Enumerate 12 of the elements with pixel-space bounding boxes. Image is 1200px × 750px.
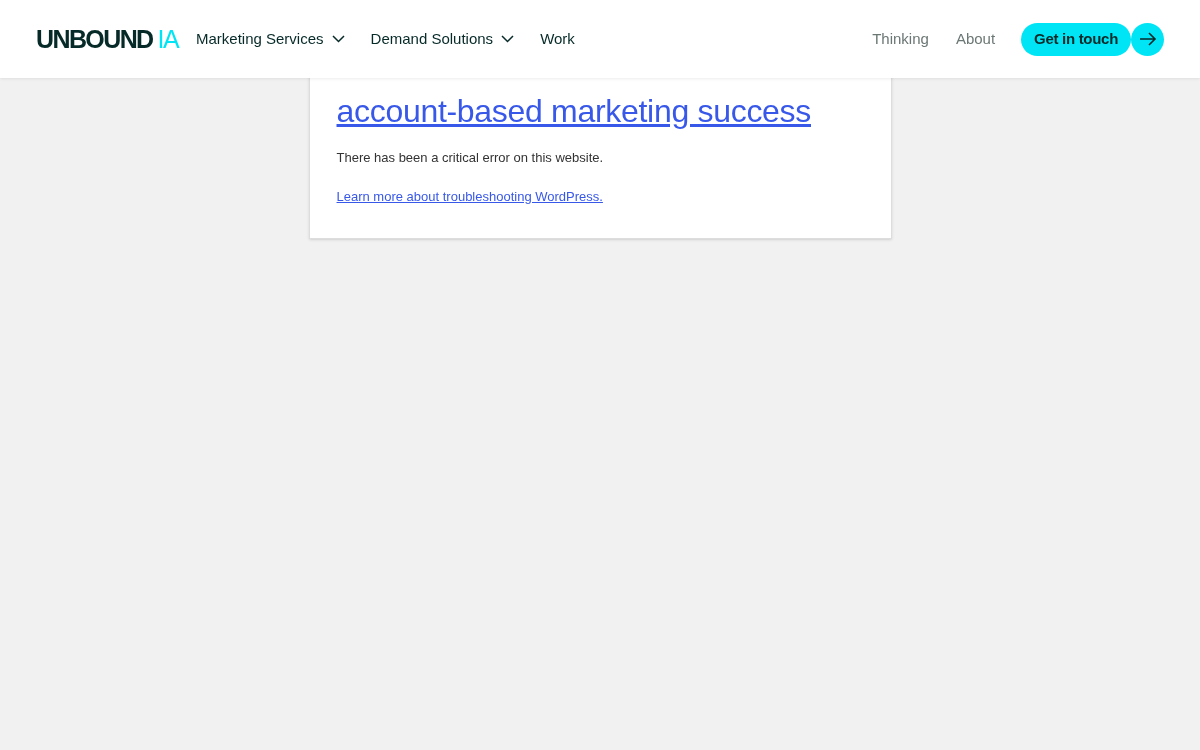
arrow-button[interactable] <box>1131 22 1164 56</box>
logo[interactable]: UNBOUND IA <box>36 24 178 54</box>
post-title-link[interactable]: account-based marketing success <box>336 92 864 130</box>
troubleshooting-link[interactable]: Learn more about troubleshooting WordPress. <box>336 188 603 206</box>
nav-link[interactable]: Thinking <box>872 27 929 51</box>
nav-link[interactable]: About <box>955 27 996 51</box>
nav-dropdown[interactable]: Marketing Services <box>196 27 345 51</box>
arrow-right-icon <box>1138 32 1157 46</box>
nav-link[interactable]: Work <box>540 27 575 51</box>
get-in-touch-button[interactable]: Get in touch <box>1021 22 1131 56</box>
error-message: There has been a critical error on this website. <box>336 149 605 167</box>
nav-dropdown[interactable]: Demand Solutions <box>370 27 515 51</box>
